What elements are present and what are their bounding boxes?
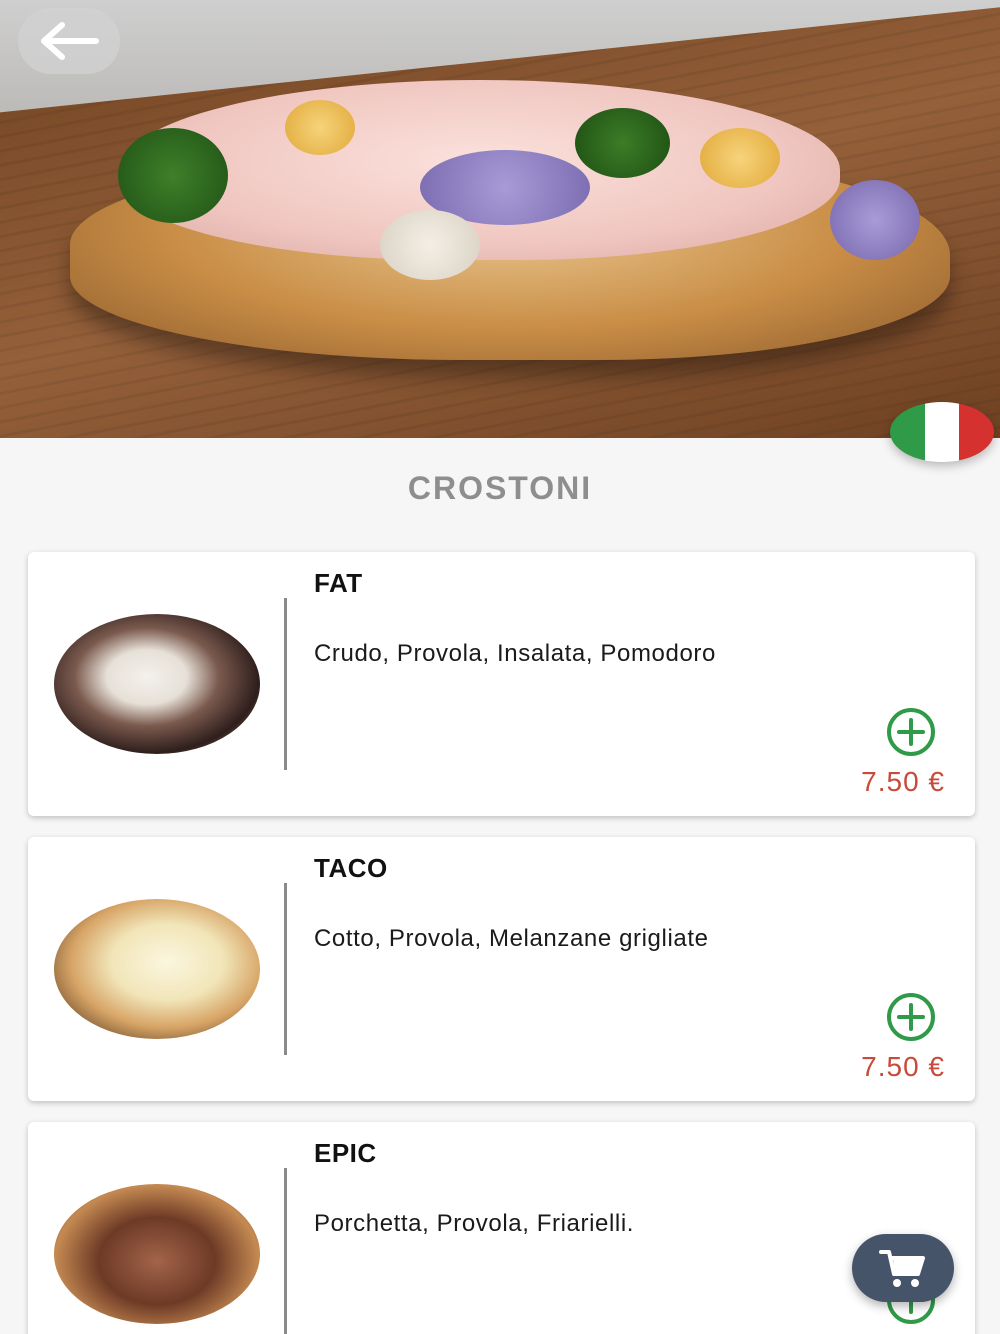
divider (284, 598, 287, 770)
arrow-left-icon (41, 22, 99, 60)
product-card[interactable]: FAT Crudo, Provola, Insalata, Pomodoro 7… (28, 552, 975, 816)
product-description: Cotto, Provola, Melanzane grigliate (314, 925, 709, 952)
back-button[interactable] (18, 8, 120, 74)
product-name: FAT (314, 568, 363, 598)
divider (284, 883, 287, 1055)
hero-image (0, 0, 1000, 438)
product-card[interactable]: TACO Cotto, Provola, Melanzane grigliate… (28, 837, 975, 1101)
cart-button[interactable] (852, 1234, 954, 1302)
shopping-cart-icon (879, 1250, 925, 1287)
product-name: TACO (314, 853, 388, 883)
plus-circle-icon[interactable] (885, 706, 937, 758)
product-image (54, 899, 260, 1039)
product-name: EPIC (314, 1138, 377, 1168)
language-switch-button[interactable] (890, 402, 994, 462)
plus-circle-icon[interactable] (885, 991, 937, 1043)
product-price: 7.50 € (861, 766, 945, 797)
menu-page: CROSTONI FAT Crudo, Provola, Insalata, P… (0, 0, 1000, 1334)
product-price: 7.50 € (861, 1051, 945, 1082)
product-description: Porchetta, Provola, Friarielli. (314, 1210, 635, 1237)
section-title: CROSTONI (407, 470, 593, 506)
product-image (54, 1184, 260, 1324)
divider (284, 1168, 287, 1334)
product-description: Crudo, Provola, Insalata, Pomodoro (314, 640, 716, 667)
product-card[interactable]: EPIC Porchetta, Provola, Friarielli. (28, 1122, 975, 1334)
product-image (54, 614, 260, 754)
